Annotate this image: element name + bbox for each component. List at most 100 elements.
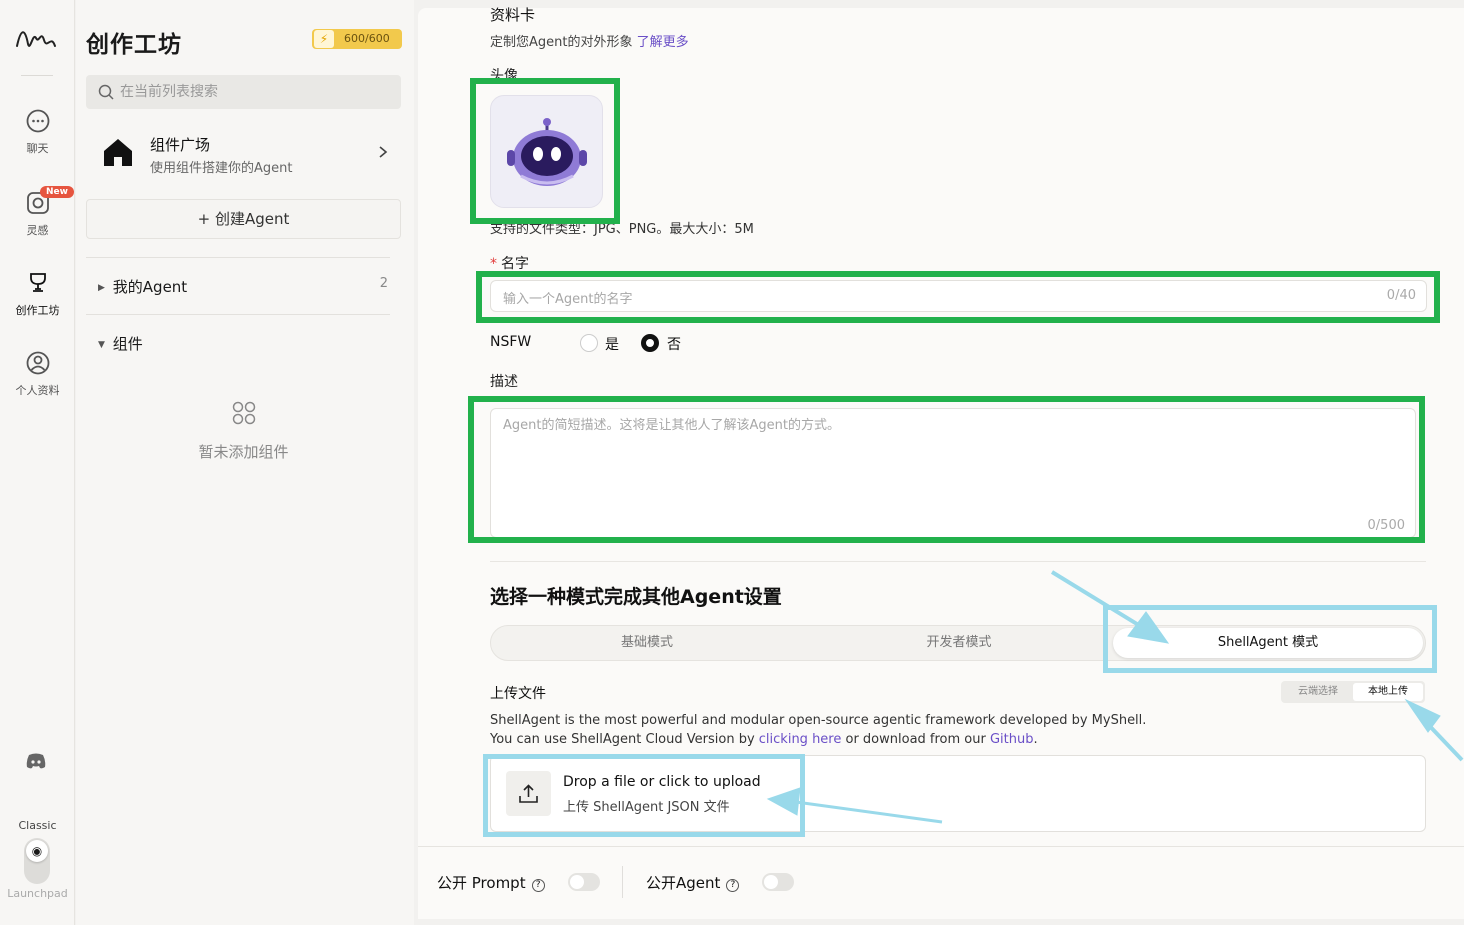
empty-components-text: 暂未添加组件 — [198, 443, 289, 461]
rail-item-label: 创作工坊 — [15, 304, 60, 317]
public-agent-switch[interactable] — [762, 873, 794, 891]
classic-launchpad-toggle[interactable]: ◉ — [24, 838, 50, 884]
create-agent-label: 创建Agent — [214, 210, 290, 228]
dropzone-subtitle: 上传 ShellAgent JSON 文件 — [563, 800, 730, 815]
name-char-count: 0/40 — [1386, 288, 1416, 303]
public-prompt-text: 公开 Prompt — [437, 874, 526, 892]
links-text-middle: or download from our — [841, 732, 990, 747]
github-link[interactable]: Github — [990, 732, 1034, 747]
nsfw-no-label[interactable]: 否 — [667, 334, 681, 354]
tab-shellagent-mode[interactable]: ShellAgent 模式 — [1113, 628, 1423, 658]
quota-value: 600/600 — [344, 32, 390, 45]
description-char-count: 0/500 — [1367, 518, 1405, 533]
clicking-here-link[interactable]: clicking here — [759, 732, 842, 747]
globe-icon: ◉ — [26, 840, 48, 862]
mode-selector: 基础模式 开发者模式 ShellAgent 模式 — [490, 625, 1426, 661]
component-plaza-link[interactable]: 组件广场 使用组件搭建你的Agent — [86, 127, 401, 183]
shellagent-links-text: You can use ShellAgent Cloud Version by … — [490, 732, 1038, 747]
file-type-hint: 支持的文件类型：JPG、PNG。最大大小：5M — [490, 222, 754, 237]
section-divider — [490, 561, 1426, 562]
launchpad-label: Launchpad — [7, 887, 68, 900]
user-circle-icon — [26, 351, 49, 375]
caret-right-icon: ▶ — [98, 283, 105, 293]
nsfw-yes-label[interactable]: 是 — [605, 334, 619, 354]
components-label: 组件 — [112, 335, 143, 353]
plaza-subtitle: 使用组件搭建你的Agent — [150, 161, 293, 176]
links-text-end: . — [1033, 732, 1038, 747]
name-placeholder: 输入一个Agent的名字 — [503, 292, 633, 307]
upload-file-title: 上传文件 — [490, 686, 546, 702]
switch-knob — [570, 875, 584, 889]
classic-label: Classic — [18, 819, 57, 832]
nsfw-yes-radio[interactable] — [580, 334, 598, 352]
left-rail: 聊天 灵感 New 创作工坊 个人资料 Classic ◉ Launchpad — [0, 0, 75, 925]
name-label-text: 名字 — [501, 256, 529, 272]
search-input[interactable] — [120, 75, 390, 109]
home-icon — [104, 139, 132, 166]
name-label: * 名字 — [490, 253, 529, 273]
tab-developer-mode[interactable]: 开发者模式 — [803, 626, 1115, 660]
profile-card-subtitle: 定制您Agent的对外形象 了解更多 — [490, 31, 689, 50]
upload-icon — [519, 784, 538, 803]
description-textarea[interactable]: Agent的简短描述。这将是让其他人了解该Agent的方式。 0/500 — [490, 408, 1416, 538]
learn-more-link[interactable]: 了解更多 — [637, 35, 689, 50]
links-text-prefix: You can use ShellAgent Cloud Version by — [490, 732, 759, 747]
plaza-title: 组件广场 — [150, 136, 211, 154]
public-agent-label: 公开Agent? — [646, 872, 740, 893]
required-asterisk: * — [490, 256, 497, 272]
profile-card-title: 资料卡 — [490, 6, 536, 24]
rail-divider — [21, 75, 53, 76]
grid-icon — [232, 401, 256, 425]
myshell-logo-icon[interactable] — [14, 24, 58, 54]
avatar-upload[interactable] — [490, 95, 603, 208]
rail-item-label: 聊天 — [26, 142, 49, 155]
nsfw-no-radio[interactable] — [641, 334, 659, 352]
components-section[interactable]: ▼ 组件 — [98, 333, 388, 354]
workshop-sidebar: 创作工坊 ⚡ 600/600 组件广场 使用组件搭建你的Agent + 创建Ag… — [76, 0, 414, 925]
new-badge: New — [40, 186, 74, 198]
my-agent-label: 我的Agent — [112, 278, 188, 296]
help-icon[interactable]: ? — [531, 879, 545, 892]
description-label: 描述 — [490, 374, 518, 390]
profile-card-subtitle-text: 定制您Agent的对外形象 — [490, 35, 633, 50]
description-placeholder: Agent的简短描述。这将是让其他人了解该Agent的方式。 — [503, 418, 840, 433]
switch-knob — [764, 875, 778, 889]
upload-source-toggle: 云端选择 本地上传 — [1281, 681, 1425, 703]
energy-quota-badge[interactable]: ⚡ 600/600 — [312, 29, 402, 49]
local-upload-option[interactable]: 本地上传 — [1353, 683, 1423, 701]
robot-avatar-icon — [507, 118, 587, 186]
mode-section-title: 选择一种模式完成其他Agent设置 — [490, 586, 782, 608]
create-agent-button[interactable]: + 创建Agent — [86, 199, 401, 239]
search-icon — [98, 84, 114, 100]
rail-item-profile[interactable]: 个人资料 — [0, 350, 75, 398]
my-agent-count: 2 — [379, 276, 388, 291]
main-top-strip — [418, 0, 1464, 8]
file-dropzone[interactable]: Drop a file or click to upload 上传 ShellA… — [490, 755, 1426, 832]
plus-icon: + — [197, 210, 215, 228]
public-prompt-switch[interactable] — [568, 873, 600, 891]
lightning-icon: ⚡ — [314, 30, 334, 48]
rail-item-chat[interactable]: 聊天 — [0, 108, 75, 156]
trophy-icon — [29, 273, 46, 292]
sidebar-title: 创作工坊 — [86, 32, 182, 58]
rail-item-label: 个人资料 — [15, 384, 60, 397]
chevron-right-icon — [379, 146, 388, 158]
sidebar-search[interactable] — [86, 75, 401, 109]
caret-down-icon: ▼ — [98, 340, 105, 350]
cloud-select-option[interactable]: 云端选择 — [1283, 683, 1353, 701]
nsfw-label: NSFW — [490, 334, 532, 350]
discord-icon[interactable] — [25, 752, 47, 770]
help-icon[interactable]: ? — [726, 879, 740, 892]
avatar-label: 头像 — [490, 68, 518, 84]
public-prompt-label: 公开 Prompt? — [437, 872, 545, 893]
chat-bubble-icon — [26, 109, 49, 133]
bottom-divider — [622, 866, 623, 898]
tab-basic-mode[interactable]: 基础模式 — [491, 626, 803, 660]
rail-item-workshop[interactable]: 创作工坊 — [0, 270, 75, 318]
shellagent-description: ShellAgent is the most powerful and modu… — [490, 713, 1147, 728]
agent-name-input[interactable]: 输入一个Agent的名字 0/40 — [490, 280, 1427, 312]
dropzone-title: Drop a file or click to upload — [563, 774, 761, 790]
my-agent-section[interactable]: ▶ 我的Agent 2 — [98, 276, 388, 297]
upload-button[interactable] — [506, 771, 551, 816]
public-agent-text: 公开Agent — [646, 874, 721, 892]
